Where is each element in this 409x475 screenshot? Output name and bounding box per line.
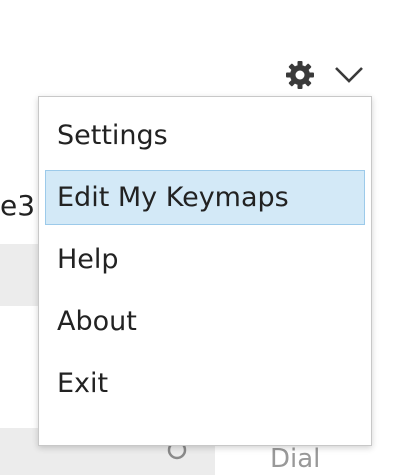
background-partial-text: e3: [0, 189, 36, 222]
menu-item-edit-my-keymaps[interactable]: Edit My Keymaps: [45, 170, 365, 225]
menu-item-label: Help: [57, 244, 119, 275]
menu-item-help[interactable]: Help: [45, 232, 365, 287]
menu-toggle-button[interactable]: [334, 65, 364, 85]
menu-item-label: Edit My Keymaps: [57, 182, 289, 213]
header-controls: [284, 58, 364, 92]
menu-item-label: About: [57, 306, 137, 337]
menu-item-exit[interactable]: Exit: [45, 356, 365, 411]
menu-item-settings[interactable]: Settings: [45, 108, 365, 163]
settings-gear-button[interactable]: [284, 59, 316, 91]
dial-label: Dial: [270, 444, 321, 474]
menu-item-label: Exit: [57, 368, 109, 399]
chevron-down-icon: [335, 67, 363, 83]
menu-item-about[interactable]: About: [45, 294, 365, 349]
app-window: e3 Dial Settings Edit My Keymaps Help Ab…: [0, 0, 409, 475]
gear-icon: [286, 61, 314, 89]
dropdown-menu: Settings Edit My Keymaps Help About Exit: [38, 96, 372, 446]
menu-item-label: Settings: [57, 120, 168, 151]
